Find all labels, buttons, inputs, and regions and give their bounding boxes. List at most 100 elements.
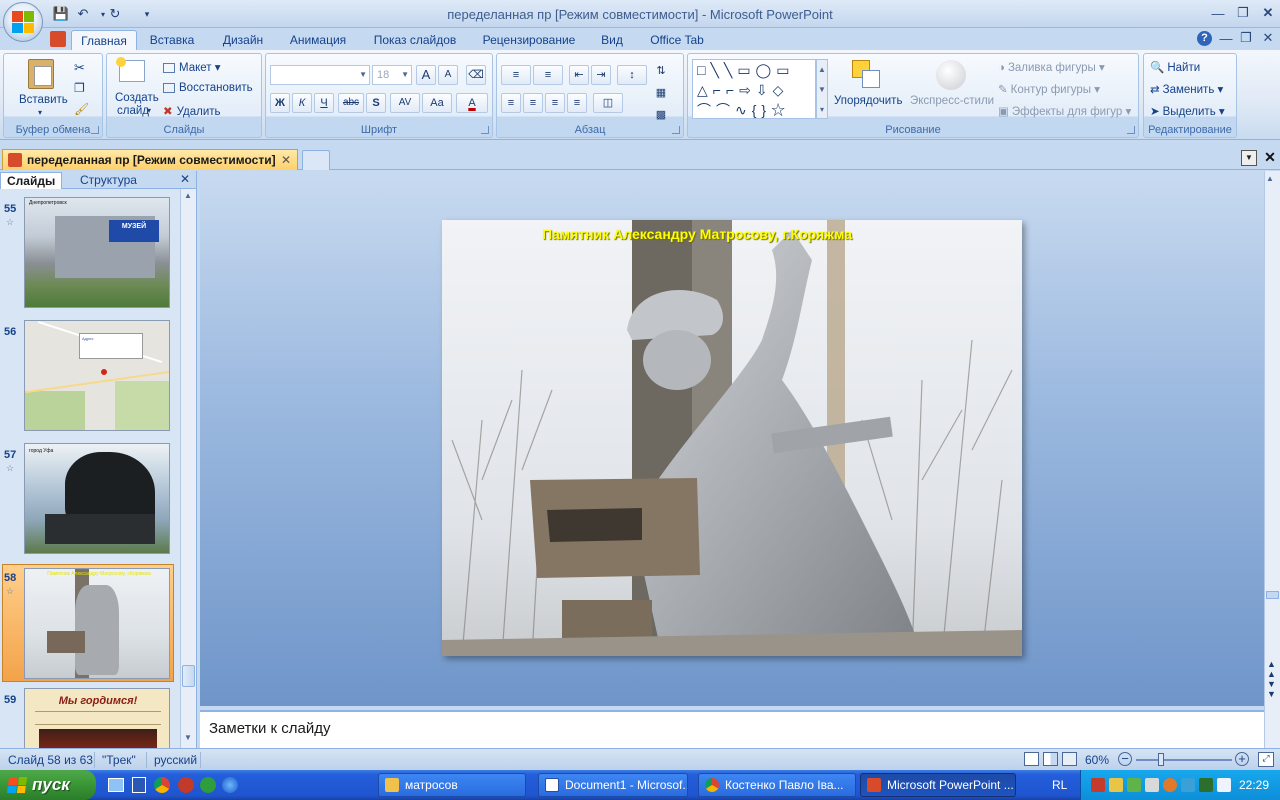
current-slide[interactable]: Памятник Александру Матросову, г.Коряжма (442, 220, 1022, 656)
new-slide-dropdown-icon[interactable]: ▾ (147, 106, 151, 115)
reset-button[interactable]: Восстановить (163, 82, 253, 94)
line-spacing-button[interactable]: ↕ (617, 65, 647, 85)
quicklaunch-doc-icon[interactable] (132, 777, 146, 793)
arrange-button[interactable]: Упорядочить (834, 95, 902, 107)
tab-slideshow[interactable]: Показ слайдов (368, 30, 462, 50)
tray-icon-network[interactable] (1109, 778, 1123, 792)
select-button[interactable]: ➤ Выделить ▾ (1150, 104, 1225, 118)
text-direction-button[interactable]: ⇅ (651, 62, 671, 82)
quick-styles-button[interactable]: Экспресс-стили (910, 95, 994, 107)
main-scrollbar[interactable]: ▲ ▲ ▲ ▼ ▼ (1264, 171, 1280, 748)
smartart-button[interactable]: ▩ (651, 106, 671, 126)
taskbar-item-chrome[interactable]: Костенко Павло Іва... (698, 773, 856, 797)
zoom-slider-thumb[interactable] (1158, 753, 1164, 766)
taskbar-item-word[interactable]: Document1 - Microsof... (538, 773, 688, 797)
close-tab-icon[interactable]: ✕ (281, 150, 291, 170)
close-pane-icon[interactable]: ✕ (180, 172, 190, 186)
previous-slide-icon[interactable]: ▲ ▲ (1267, 659, 1276, 679)
shape-effects-button[interactable]: ▣ Эффекты для фигур ▾ (998, 104, 1131, 118)
tray-icon-skype[interactable] (1181, 778, 1195, 792)
shadow-button[interactable]: S (366, 93, 386, 113)
slide-thumbnail-56[interactable]: Адрес (24, 320, 170, 431)
close-button[interactable]: ✕ (1256, 3, 1280, 23)
utorrent-icon[interactable] (200, 777, 216, 793)
scroll-up-icon[interactable]: ▲ (1266, 174, 1274, 183)
taskbar-item-powerpoint[interactable]: Microsoft PowerPoint ... (860, 773, 1016, 797)
copy-icon[interactable]: ❐ (74, 81, 85, 95)
underline-button[interactable]: Ч (314, 93, 334, 113)
scroll-thumb[interactable] (1266, 591, 1279, 599)
zoom-level[interactable]: 60% (1085, 753, 1109, 767)
tab-slides[interactable]: Слайды (0, 172, 63, 189)
tab-view[interactable]: Вид (594, 30, 630, 50)
bullets-button[interactable]: ≡ (501, 65, 531, 85)
fit-to-window-icon[interactable]: ⤢ (1258, 752, 1274, 767)
quicklaunch-app-icon[interactable] (178, 777, 194, 793)
italic-button[interactable]: К (292, 93, 312, 113)
shapes-gallery-scroll[interactable]: ▲ ▼ ▾ (816, 59, 828, 119)
slide-thumbnail-55[interactable]: МУЗЕЙ Днепропетровск (24, 197, 170, 308)
new-slide-button-line2[interactable]: слайд (117, 105, 149, 117)
slide-thumbnail-58[interactable]: Памятник Александру Матросову, г.Коряжма (24, 568, 170, 679)
slide-caption[interactable]: Памятник Александру Матросову, г.Коряжма (442, 226, 1022, 242)
tab-office-tab[interactable]: Office Tab (642, 30, 712, 50)
minimize-button[interactable]: — (1206, 3, 1230, 23)
tab-insert[interactable]: Вставка (142, 30, 202, 50)
tray-icon-volume[interactable] (1145, 778, 1159, 792)
layout-button[interactable]: Макет ▾ (163, 60, 221, 74)
font-name-combo[interactable]: ▼ (270, 65, 370, 85)
ribbon-close-button[interactable]: ✕ (1256, 28, 1280, 48)
align-center-button[interactable]: ≡ (523, 93, 543, 113)
decrease-indent-button[interactable]: ⇤ (569, 65, 589, 85)
shrink-font-button[interactable]: A (438, 65, 458, 85)
paste-button[interactable]: Вставить (19, 94, 68, 106)
slideshow-view-icon[interactable] (1062, 752, 1077, 766)
justify-button[interactable]: ≡ (567, 93, 587, 113)
clear-format-button[interactable]: ⌫ (466, 65, 486, 85)
slide-thumbnail-57[interactable]: город Уфа (24, 443, 170, 554)
new-tab-button[interactable] (302, 150, 330, 170)
ie-icon[interactable] (222, 777, 238, 793)
ribbon-restore-button[interactable]: ❐ (1234, 28, 1258, 48)
align-right-button[interactable]: ≡ (545, 93, 565, 113)
close-document-icon[interactable]: ✕ (1262, 149, 1278, 167)
tab-home[interactable]: Главная (71, 30, 137, 50)
zoom-in-icon[interactable]: + (1235, 752, 1249, 766)
start-button[interactable]: пуск (0, 770, 96, 800)
next-slide-icon[interactable]: ▼ ▼ (1267, 679, 1276, 699)
columns-button[interactable]: ◫ (593, 93, 623, 113)
tray-icon-browser[interactable] (1163, 778, 1177, 792)
language-indicator[interactable]: русский (154, 753, 197, 767)
normal-view-icon[interactable] (1024, 752, 1039, 766)
dialog-launcher-icon[interactable] (481, 126, 489, 134)
font-size-combo[interactable]: 18 ▼ (372, 65, 412, 85)
restore-button[interactable]: ❐ (1231, 3, 1255, 23)
scroll-up-icon[interactable]: ▲ (182, 191, 194, 203)
show-desktop-icon[interactable] (108, 778, 124, 792)
zoom-out-icon[interactable]: − (1118, 752, 1132, 766)
shape-fill-button[interactable]: ◑ Заливка фигуры ▾ (998, 60, 1105, 74)
tray-icon-display[interactable] (1217, 778, 1231, 792)
replace-button[interactable]: ⇄ Заменить ▾ (1150, 82, 1223, 96)
slides-pane-scrollbar[interactable]: ▲ ▼ (180, 189, 196, 748)
tray-icon-security[interactable] (1091, 778, 1105, 792)
dialog-launcher-icon[interactable] (91, 126, 99, 134)
tab-list-dropdown-icon[interactable]: ▼ (1241, 150, 1257, 166)
tab-animation[interactable]: Анимация (282, 30, 354, 50)
shape-outline-button[interactable]: ✎ Контур фигуры ▾ (998, 82, 1100, 96)
strikethrough-button[interactable]: abc (338, 93, 364, 113)
new-slide-button[interactable]: Создать (115, 92, 159, 104)
grow-font-button[interactable]: A (416, 65, 436, 85)
align-left-button[interactable]: ≡ (501, 93, 521, 113)
dialog-launcher-icon[interactable] (672, 126, 680, 134)
cut-icon[interactable]: ✂ (74, 60, 85, 76)
change-case-button[interactable]: Aa (422, 93, 452, 113)
bold-button[interactable]: Ж (270, 93, 290, 113)
keyboard-layout[interactable]: RL (1052, 778, 1067, 792)
char-spacing-button[interactable]: AV (390, 93, 420, 113)
dialog-launcher-icon[interactable] (1127, 126, 1135, 134)
shapes-gallery[interactable]: □╲╲▭◯▭ △⌐⌐⇨⇩◇ ⌒⌒∿{}☆ (692, 59, 816, 119)
numbering-button[interactable]: ≡ (533, 65, 563, 85)
tab-design[interactable]: Дизайн (216, 30, 270, 50)
zoom-slider-track[interactable] (1136, 759, 1232, 761)
